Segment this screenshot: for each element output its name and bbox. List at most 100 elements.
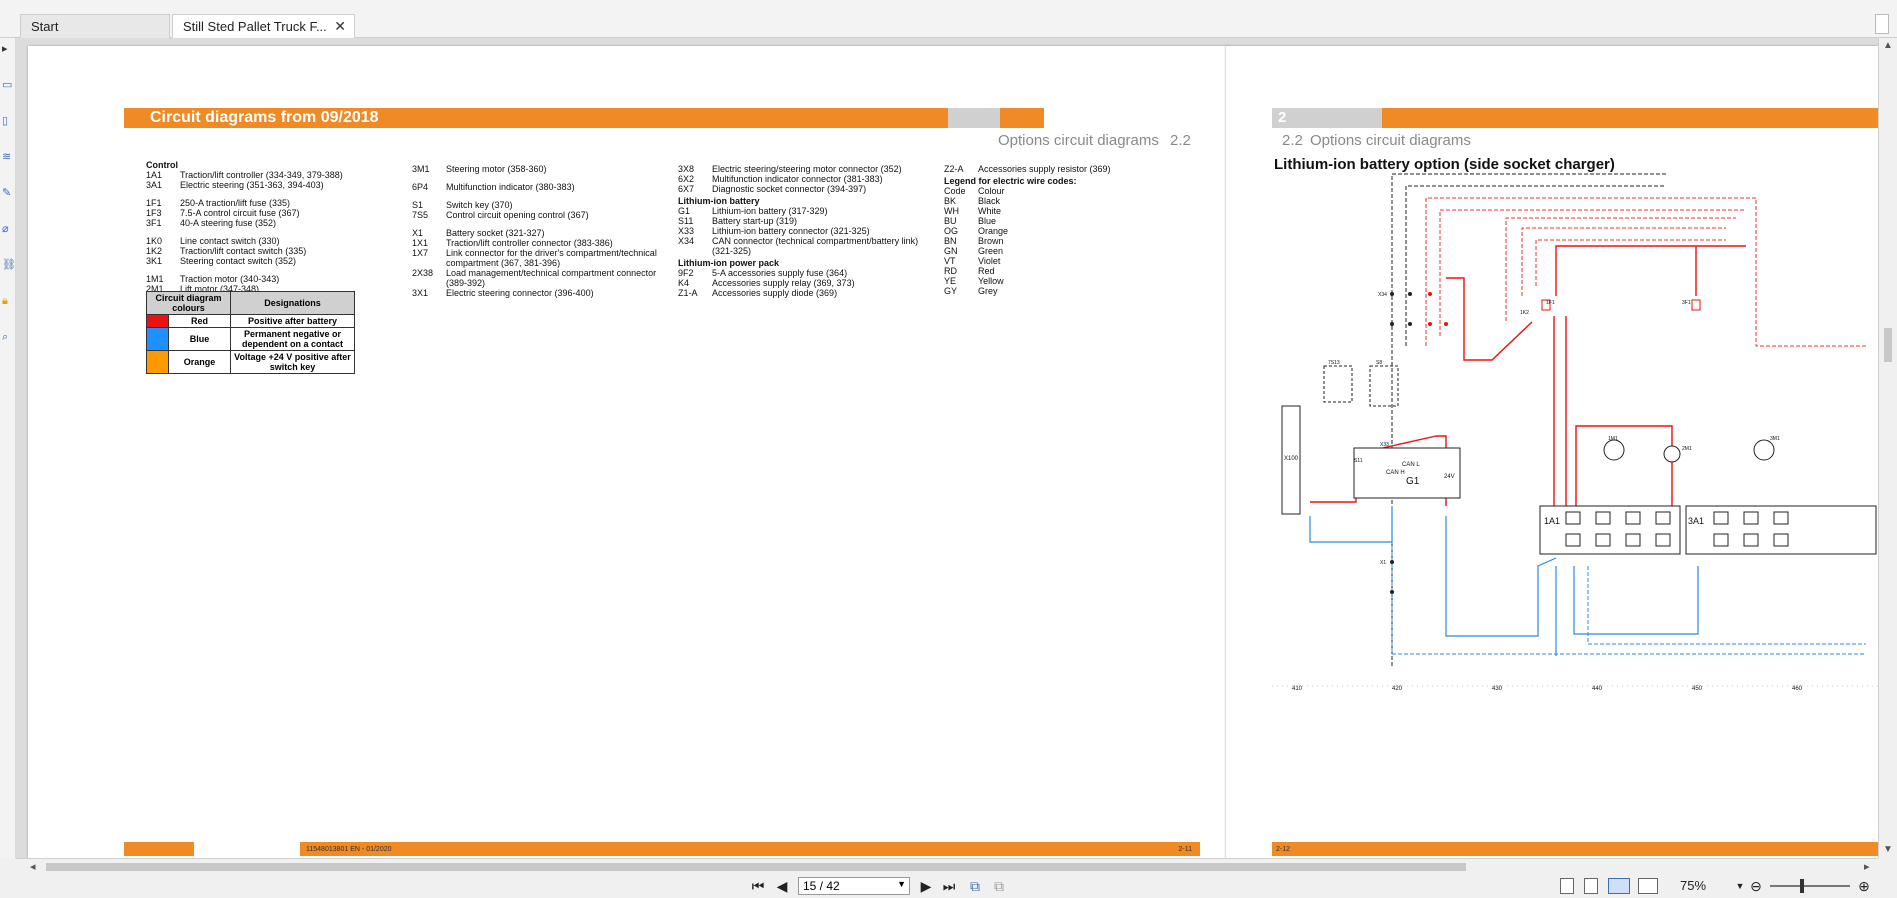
link-icon[interactable]: ⛓ bbox=[2, 258, 16, 272]
list-item: Code Colour bbox=[944, 186, 1144, 196]
page-number-input[interactable]: 15 / 42 ▼ bbox=[798, 877, 910, 895]
list-item: 3M1 Steering motor (358-360) bbox=[412, 164, 662, 174]
3m1-label: 3M1 bbox=[1770, 436, 1780, 442]
left-tool-rail: ▸ ▭ ▯ ≋ ✎ ⌀ ⛓ 🔒︎ ⌕ bbox=[0, 38, 16, 858]
scroll-right-icon[interactable]: ▸ bbox=[1864, 860, 1870, 873]
component-code: 1F3 bbox=[146, 208, 162, 218]
horizontal-scrollbar[interactable]: ◂ ▸ bbox=[16, 858, 1878, 874]
horizontal-scroll-thumb[interactable] bbox=[46, 863, 1466, 871]
page-title: Circuit diagrams from 09/2018 bbox=[150, 109, 379, 126]
zoom-slider[interactable] bbox=[1770, 885, 1850, 887]
previous-page-icon[interactable]: ◀ bbox=[774, 877, 790, 895]
component-description: Violet bbox=[978, 256, 1001, 266]
facing-view-icon[interactable] bbox=[1608, 878, 1630, 894]
component-description: Multifunction indicator (380-383) bbox=[446, 182, 575, 192]
component-description: Yellow bbox=[978, 276, 1004, 286]
colour-designation: Permanent negative or dependent on a con… bbox=[230, 327, 355, 351]
close-icon[interactable]: ✕ bbox=[334, 18, 346, 35]
component-code: Z1-A bbox=[678, 288, 698, 298]
list-gap bbox=[146, 228, 356, 236]
ruler-label: 410 bbox=[1292, 686, 1303, 692]
component-code: YE bbox=[944, 276, 957, 286]
zoom-in-icon[interactable]: ⊕ bbox=[1856, 877, 1872, 895]
continuous-facing-view-icon[interactable] bbox=[1638, 878, 1658, 894]
list-item: 3F1 40-A steering fuse (352) bbox=[146, 218, 356, 228]
list-item: G1 Lithium-ion battery (317-329) bbox=[678, 206, 928, 216]
list-item: S11 Battery start-up (319) bbox=[678, 216, 928, 226]
component-code: 3F1 bbox=[146, 218, 162, 228]
list-item: 1X7 Link connector for the driver's compa… bbox=[412, 248, 662, 268]
colour-designation: Positive after battery bbox=[230, 314, 355, 328]
component-code: Code bbox=[944, 186, 966, 196]
vertical-scrollbar[interactable]: ▲ ▼ bbox=[1878, 38, 1897, 858]
first-page-icon[interactable]: ⏮ bbox=[750, 877, 766, 895]
component-code: S1 bbox=[412, 200, 424, 210]
g1-battery-box bbox=[1353, 447, 1461, 499]
ruler-label: 460 bbox=[1792, 686, 1803, 692]
section-title: Options circuit diagrams bbox=[998, 132, 1159, 149]
zoom-slider-thumb[interactable] bbox=[1800, 879, 1804, 893]
component-code: X33 bbox=[678, 226, 695, 236]
pdf-viewer-window: Start Still Sted Pallet Truck F... ✕ ▸ ▭… bbox=[0, 0, 1897, 898]
scroll-down-icon[interactable]: ▼ bbox=[1883, 844, 1893, 855]
tab-start[interactable]: Start bbox=[20, 14, 170, 38]
list-item: BK Black bbox=[944, 196, 1144, 206]
list-item: 3A1 Electric steering (351-363, 394-403) bbox=[146, 180, 356, 190]
next-view-icon[interactable]: ⧉ bbox=[990, 877, 1008, 895]
list-gap bbox=[412, 174, 662, 182]
signature-icon[interactable]: ✎ bbox=[2, 186, 13, 200]
lock-icon[interactable]: 🔒︎ bbox=[2, 294, 13, 308]
zoom-level[interactable]: 75% bbox=[1680, 878, 1706, 893]
list-item: X1 Battery socket (321-327) bbox=[412, 228, 662, 238]
component-code: 6X2 bbox=[678, 174, 695, 184]
list-item: 1A1 Traction/lift controller (334-349, 37… bbox=[146, 170, 356, 180]
window-restore-button[interactable] bbox=[1875, 14, 1889, 34]
legend-column-1: Control 1A1 Traction/lift controller (334-… bbox=[146, 158, 356, 294]
tab-document[interactable]: Still Sted Pallet Truck F... ✕ bbox=[172, 14, 355, 38]
component-code: GN bbox=[944, 246, 958, 256]
scroll-left-icon[interactable]: ◂ bbox=[30, 860, 36, 873]
1k2-label: 1K2 bbox=[1520, 310, 1529, 316]
list-item: S1 Switch key (370) bbox=[412, 200, 662, 210]
single-page-view-icon[interactable] bbox=[1560, 878, 1574, 894]
expand-panel-icon[interactable]: ▸ bbox=[2, 42, 13, 56]
list-item: Z1-A Accessories supply diode (369) bbox=[678, 288, 928, 298]
continuous-view-icon[interactable] bbox=[1584, 878, 1598, 894]
zoom-dropdown-icon[interactable]: ▼ bbox=[1734, 877, 1746, 895]
list-item: 7S5 Control circuit opening control (367) bbox=[412, 210, 662, 220]
list-heading: Control bbox=[146, 160, 178, 170]
component-description: 40-A steering fuse (352) bbox=[180, 218, 277, 228]
component-description: Line contact switch (330) bbox=[180, 236, 280, 246]
bookmark-icon[interactable]: ▯ bbox=[2, 114, 13, 128]
zoom-out-icon[interactable]: ⊖ bbox=[1748, 877, 1764, 895]
attachment-icon[interactable]: ⌀ bbox=[2, 222, 13, 236]
tab-document-label: Still Sted Pallet Truck F... bbox=[183, 19, 327, 34]
section-number: 2.2 bbox=[1170, 132, 1191, 149]
component-code: G1 bbox=[678, 206, 691, 216]
chevron-down-icon[interactable]: ▼ bbox=[897, 879, 906, 889]
pages-icon[interactable]: ▭ bbox=[2, 78, 13, 92]
layers-icon[interactable]: ≋ bbox=[2, 150, 13, 164]
x33-label: X33 bbox=[1380, 442, 1389, 448]
s8-switch bbox=[1369, 365, 1399, 407]
legend-column-4: Z2-A Accessories supply resistor (369) Leg… bbox=[944, 164, 1144, 296]
scroll-up-icon[interactable]: ▲ bbox=[1883, 40, 1893, 51]
component-description: Lithium-ion battery connector (321-325) bbox=[712, 226, 870, 236]
list-gap bbox=[146, 266, 356, 274]
component-code: Z2-A bbox=[944, 164, 964, 174]
list-item: K4 Accessories supply relay (369, 373) bbox=[678, 278, 928, 288]
component-code: 3A1 bbox=[146, 180, 163, 190]
colour-header: Circuit diagram colours bbox=[146, 291, 231, 315]
component-code: X34 bbox=[678, 236, 695, 246]
vertical-scroll-thumb[interactable] bbox=[1884, 328, 1892, 362]
list-item: 3X8 Electric steering/steering motor conn… bbox=[678, 164, 928, 174]
search-icon[interactable]: ⌕ bbox=[2, 330, 13, 344]
next-page-icon[interactable]: ▶ bbox=[918, 877, 934, 895]
component-description: Red bbox=[978, 266, 995, 276]
footer-doc-number: 11548013801 EN - 01/2020 bbox=[306, 846, 392, 853]
component-description: Multifunction indicator connector (381-3… bbox=[712, 174, 883, 184]
last-page-icon[interactable]: ⏭ bbox=[940, 877, 958, 895]
component-description: Electric steering connector (396-400) bbox=[446, 288, 594, 298]
previous-view-icon[interactable]: ⧉ bbox=[966, 877, 984, 895]
list-heading: Lithium-ion battery bbox=[678, 196, 760, 206]
